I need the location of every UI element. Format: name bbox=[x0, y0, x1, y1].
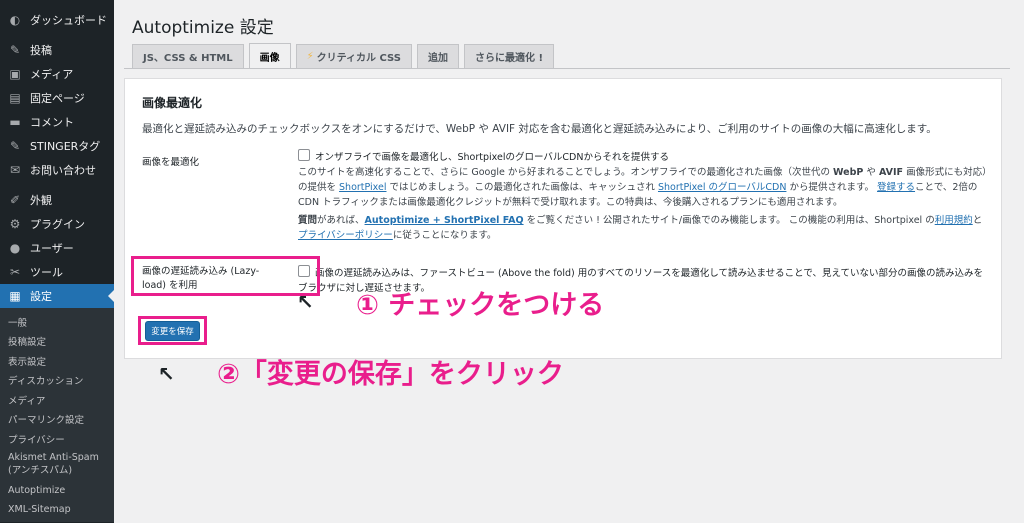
menu-comments[interactable]: ▬ コメント bbox=[0, 110, 114, 134]
menu-tools[interactable]: ✂ ツール bbox=[0, 260, 114, 284]
menu-label: 設定 bbox=[30, 290, 52, 303]
menu-media[interactable]: ▣ メディア bbox=[0, 62, 114, 86]
pin-icon: ✎ bbox=[9, 139, 21, 153]
menu-label: ツール bbox=[30, 266, 63, 279]
user-icon: ● bbox=[9, 241, 21, 255]
dashboard-icon: ◐ bbox=[9, 13, 21, 27]
submenu-privacy[interactable]: プライバシー bbox=[0, 429, 114, 449]
menu-label: ユーザー bbox=[30, 242, 74, 255]
tab-images[interactable]: 画像 bbox=[248, 43, 291, 69]
submenu-permalinks[interactable]: パーマリンク設定 bbox=[0, 410, 114, 430]
menu-label: STINGERタグ bbox=[30, 140, 101, 153]
menu-contact[interactable]: ✉ お問い合わせ bbox=[0, 158, 114, 182]
menu-users[interactable]: ● ユーザー bbox=[0, 236, 114, 260]
submenu-akismet[interactable]: Akismet Anti-Spam (アンチスパム) bbox=[0, 449, 114, 481]
note-text: と bbox=[972, 215, 983, 226]
faq-link[interactable]: Autoptimize + ShortPixel FAQ bbox=[365, 215, 524, 226]
menu-dashboard[interactable]: ◐ ダッシュボード bbox=[0, 8, 114, 32]
tab-critical-css[interactable]: ⚡ クリティカル CSS bbox=[295, 44, 413, 68]
register-link[interactable]: 登録する bbox=[877, 182, 915, 193]
checkbox-label: オンザフライで画像を最適化し、ShortpixelのグローバルCDNからそれを提… bbox=[315, 152, 669, 163]
tab-js-css-html[interactable]: JS、CSS & HTML bbox=[132, 44, 244, 68]
menu-appearance[interactable]: ✐ 外観 bbox=[0, 188, 114, 212]
shortpixel-cdn-link[interactable]: ShortPixel のグローバルCDN bbox=[658, 182, 786, 193]
arrow-icon: ↖ bbox=[297, 290, 314, 314]
save-button[interactable]: 変更を保存 bbox=[145, 320, 200, 341]
shortpixel-note: このサイトを高速化することで、さらに Google から好まれることでしょう。オ… bbox=[298, 165, 988, 210]
menu-pages[interactable]: ▤ 固定ページ bbox=[0, 86, 114, 110]
annotation-step-2: ②「変更の保存」をクリック bbox=[217, 359, 564, 390]
note-text: このサイトを高速化することで、さらに Google から好まれることでしょう。オ… bbox=[298, 167, 834, 178]
tab-optimize-more[interactable]: さらに最適化 ! bbox=[464, 44, 555, 68]
plugin-icon: ⚙ bbox=[9, 217, 21, 231]
wrench-icon: ✂ bbox=[9, 265, 21, 279]
comment-icon: ▬ bbox=[9, 115, 21, 129]
mail-icon: ✉ bbox=[9, 163, 21, 177]
optimize-images-field: オンザフライで画像を最適化し、ShortpixelのグローバルCDNからそれを提… bbox=[298, 149, 988, 243]
optimize-images-label: 画像を最適化 bbox=[142, 157, 200, 168]
note-text: WebP bbox=[833, 167, 864, 178]
submenu-general[interactable]: 一般 bbox=[0, 312, 114, 332]
optimize-images-checkbox[interactable] bbox=[298, 149, 310, 161]
panel-description: 最適化と遅延読み込みのチェックボックスをオンにするだけで、WebP や AVIF… bbox=[142, 123, 937, 135]
menu-label: お問い合わせ bbox=[30, 164, 96, 177]
menu-label: プラグイン bbox=[30, 218, 85, 231]
note-text: をご覧ください ! 公開されたサイト/画像でのみ機能します。 この機能の利用は、… bbox=[523, 215, 935, 226]
submenu-reading[interactable]: 表示設定 bbox=[0, 351, 114, 371]
terms-link[interactable]: 利用規約 bbox=[935, 215, 973, 226]
menu-plugins[interactable]: ⚙ プラグイン bbox=[0, 212, 114, 236]
note-text: から提供されます。 bbox=[786, 182, 878, 193]
save-highlight-box: 変更を保存 bbox=[138, 316, 207, 345]
lazy-load-highlight-box bbox=[131, 256, 320, 296]
tab-divider bbox=[124, 68, 1010, 69]
pin-icon: ✎ bbox=[9, 43, 21, 57]
lightning-icon: ⚡ bbox=[306, 51, 314, 62]
page-icon: ▤ bbox=[9, 91, 21, 105]
arrow-icon: ↖ bbox=[158, 362, 175, 386]
submenu-writing[interactable]: 投稿設定 bbox=[0, 332, 114, 352]
note-text: や bbox=[863, 167, 879, 178]
panel-title: 画像最適化 bbox=[142, 96, 203, 110]
shortpixel-link[interactable]: ShortPixel bbox=[339, 182, 386, 193]
submenu-discussion[interactable]: ディスカッション bbox=[0, 371, 114, 391]
brush-icon: ✐ bbox=[9, 193, 21, 207]
menu-posts[interactable]: ✎ 投稿 bbox=[0, 38, 114, 62]
tab-label: クリティカル CSS bbox=[316, 53, 402, 64]
media-icon: ▣ bbox=[9, 67, 21, 81]
annotation-step-1: ① チェックをつける bbox=[356, 290, 605, 321]
admin-sidebar: ◐ ダッシュボード ✎ 投稿 ▣ メディア ▤ 固定ページ ▬ コメント ✎ STINGER… bbox=[0, 0, 114, 523]
tab-bar: JS、CSS & HTML 画像 ⚡ クリティカル CSS 追加 さらに最適化 ! bbox=[132, 43, 555, 69]
submenu-autoptimize[interactable]: Autoptimize bbox=[0, 481, 114, 501]
page-title: Autoptimize 設定 bbox=[132, 18, 274, 38]
submenu-xml-sitemap[interactable]: XML-Sitemap bbox=[0, 500, 114, 520]
settings-submenu: 一般 投稿設定 表示設定 ディスカッション メディア パーマリンク設定 プライバ… bbox=[0, 308, 114, 522]
faq-note: 質問があれば、Autoptimize + ShortPixel FAQ をご覧く… bbox=[298, 213, 988, 243]
menu-stinger-tag[interactable]: ✎ STINGERタグ bbox=[0, 134, 114, 158]
menu-label: ダッシュボード bbox=[30, 14, 107, 27]
menu-label: 固定ページ bbox=[30, 92, 85, 105]
tab-extra[interactable]: 追加 bbox=[417, 44, 460, 68]
menu-label: 外観 bbox=[30, 194, 52, 207]
submenu-media[interactable]: メディア bbox=[0, 390, 114, 410]
menu-label: 投稿 bbox=[30, 44, 52, 57]
settings-icon: ▦ bbox=[9, 289, 21, 303]
note-text: 質問 bbox=[298, 215, 318, 226]
privacy-policy-link[interactable]: プライバシーポリシー bbox=[298, 230, 393, 241]
menu-label: コメント bbox=[30, 116, 74, 129]
note-text: AVIF bbox=[878, 167, 904, 178]
note-text: に従うことになります。 bbox=[392, 230, 497, 241]
note-text: があれば、 bbox=[317, 215, 365, 226]
menu-label: メディア bbox=[30, 68, 74, 81]
menu-settings[interactable]: ▦ 設定 bbox=[0, 284, 114, 308]
note-text: ではじめましょう。この最適化された画像は、キャッシュされ bbox=[386, 182, 658, 193]
